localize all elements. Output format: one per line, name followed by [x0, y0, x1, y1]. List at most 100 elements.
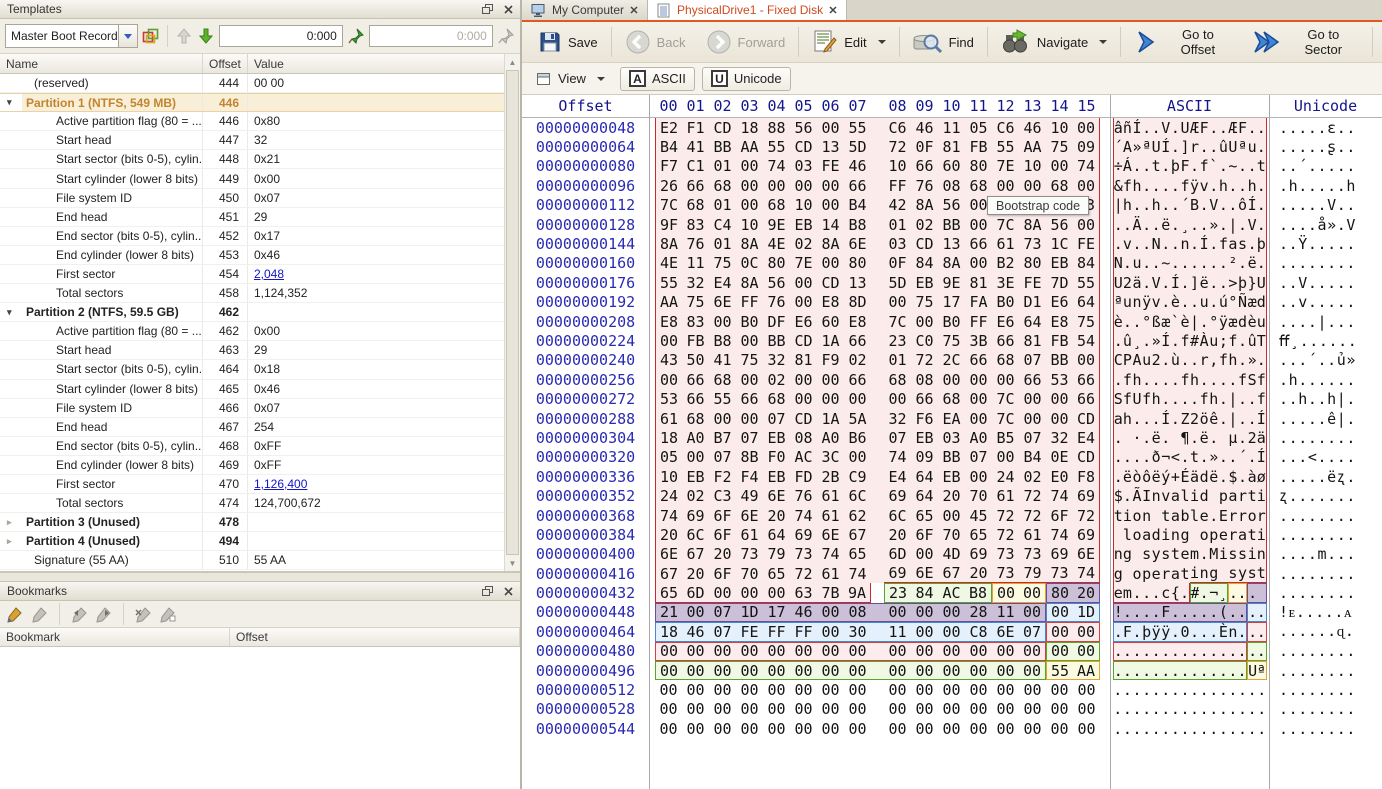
ascii-char-cell[interactable]: . [1171, 680, 1181, 699]
ascii-char-cell[interactable]: . [1219, 448, 1229, 467]
ascii-char-cell[interactable]: 0 [1180, 622, 1190, 641]
ascii-char-cell[interactable]: f [1228, 331, 1238, 350]
ascii-char-cell[interactable]: ä [1257, 428, 1267, 447]
ascii-char-cell[interactable]: F [1238, 118, 1248, 137]
hex-byte-cell[interactable]: 00 [992, 719, 1019, 738]
hex-byte-cell[interactable]: 00 [965, 642, 992, 661]
ascii-char-cell[interactable]: Í [1257, 409, 1267, 428]
unicode-text[interactable]: ......ɋ. [1269, 622, 1382, 641]
hex-byte-cell[interactable]: 10 [655, 467, 682, 486]
ascii-char-cell[interactable]: u [1123, 293, 1133, 312]
hex-byte-cell[interactable]: 55 [763, 137, 790, 156]
ascii-char-cell[interactable]: V [1209, 196, 1219, 215]
hex-byte-cell[interactable]: F9 [817, 351, 844, 370]
hex-byte-cell[interactable]: 00 [884, 680, 911, 699]
hex-byte-cell[interactable]: 13 [844, 273, 871, 292]
hex-byte-cell[interactable]: 09 [911, 448, 938, 467]
ascii-char-cell[interactable]: Ä [1132, 215, 1142, 234]
hex-byte-cell[interactable]: 20 [709, 545, 736, 564]
ascii-char-cell[interactable]: . [1180, 448, 1190, 467]
hex-byte-cell[interactable]: 00 [817, 622, 844, 641]
hex-byte-cell[interactable]: 00 [965, 467, 992, 486]
hex-byte-cell[interactable]: 00 [1046, 389, 1073, 408]
ascii-char-cell[interactable]: . [1199, 215, 1209, 234]
ascii-char-cell[interactable]: . [1142, 370, 1152, 389]
ascii-char-cell[interactable] [1219, 428, 1229, 447]
ascii-char-cell[interactable]: . [1190, 661, 1200, 680]
ascii-char-cell[interactable]: . [1228, 196, 1238, 215]
ascii-char-cell[interactable]: . [1132, 719, 1142, 738]
ascii-char-cell[interactable]: . [1142, 176, 1152, 195]
ascii-char-cell[interactable]: Í [1171, 273, 1181, 292]
view-button[interactable]: View [528, 67, 613, 91]
ascii-char-cell[interactable]: ð [1151, 448, 1161, 467]
hex-byte-cell[interactable]: 74 [790, 506, 817, 525]
hex-byte-cell[interactable]: FF [763, 622, 790, 641]
ascii-char-cell[interactable]: f [1257, 389, 1267, 408]
hex-byte-cell[interactable]: 00 [655, 642, 682, 661]
ascii-char-cell[interactable]: f [1257, 370, 1267, 389]
ascii-char-cell[interactable]: . [1209, 293, 1219, 312]
ascii-char-cell[interactable]: ë [1199, 273, 1209, 292]
hex-byte-cell[interactable]: 8D [844, 293, 871, 312]
ascii-char-cell[interactable]: . [1238, 680, 1248, 699]
ascii-char-cell[interactable]: a [1228, 486, 1238, 505]
ascii-char-cell[interactable]: . [1161, 661, 1171, 680]
ascii-char-cell[interactable]: S [1247, 370, 1257, 389]
hex-byte-cell[interactable]: 69 [884, 486, 911, 505]
hex-byte-cell[interactable]: 00 [817, 603, 844, 622]
unicode-text[interactable]: .....ʂ.. [1269, 137, 1382, 156]
ascii-char-cell[interactable]: . [1209, 176, 1219, 195]
template-row[interactable]: Signature (55 AA)51055 AA [0, 551, 504, 570]
ascii-char-cell[interactable]: ô [1142, 467, 1152, 486]
ascii-char-cell[interactable]: h [1151, 196, 1161, 215]
ascii-char-cell[interactable]: . [1228, 719, 1238, 738]
ascii-char-cell[interactable]: . [1151, 215, 1161, 234]
ascii-char-cell[interactable]: ~ [1228, 157, 1238, 176]
ascii-char-cell[interactable]: . [1219, 467, 1229, 486]
ascii-char-cell[interactable]: û [1123, 331, 1133, 350]
hex-byte-cell[interactable]: 00 [709, 642, 736, 661]
ascii-char-cell[interactable]: À [1199, 331, 1209, 350]
ascii-char-cell[interactable]: . [1190, 293, 1200, 312]
hex-byte-cell[interactable]: B8 [844, 215, 871, 234]
ascii-char-cell[interactable]: > [1228, 273, 1238, 292]
ascii-char-cell[interactable]: þ [1238, 273, 1248, 292]
hex-byte-cell[interactable]: 4E [655, 254, 682, 273]
ascii-char-cell[interactable]: . [1142, 196, 1152, 215]
close-panel-icon[interactable] [504, 587, 513, 596]
ascii-char-cell[interactable]: . [1142, 448, 1152, 467]
ascii-char-cell[interactable]: . [1199, 137, 1209, 156]
hex-byte-cell[interactable]: 72 [911, 351, 938, 370]
hex-byte-cell[interactable]: 55 [844, 118, 871, 137]
ascii-char-cell[interactable]: | [1228, 389, 1238, 408]
ascii-char-cell[interactable]: . [1180, 583, 1190, 602]
ascii-char-cell[interactable]: d [1257, 293, 1267, 312]
ascii-char-cell[interactable]: . [1113, 661, 1123, 680]
hex-byte-cell[interactable]: 00 [992, 176, 1019, 195]
hex-byte-cell[interactable]: 61 [817, 486, 844, 505]
ascii-char-cell[interactable]: . [1171, 700, 1181, 719]
ascii-char-cell[interactable]: i [1257, 486, 1267, 505]
ascii-char-cell[interactable]: þ [1142, 622, 1152, 641]
unicode-text[interactable]: .h.....h [1269, 176, 1382, 195]
ascii-char-cell[interactable]: è [1180, 312, 1190, 331]
ascii-char-cell[interactable]: . [1132, 700, 1142, 719]
hex-byte-cell[interactable]: 00 [965, 719, 992, 738]
ascii-char-cell[interactable]: . [1199, 370, 1209, 389]
ascii-char-cell[interactable]: . [1132, 312, 1142, 331]
ascii-char-cell[interactable]: f [1123, 389, 1133, 408]
ascii-char-cell[interactable]: ] [1190, 273, 1200, 292]
back-button[interactable]: Back [615, 25, 696, 59]
ascii-char-cell[interactable]: ë [1151, 467, 1161, 486]
ascii-char-cell[interactable]: s [1247, 564, 1257, 583]
ascii-char-cell[interactable]: Í [1199, 234, 1209, 253]
hex-byte-cell[interactable]: 4D [938, 545, 965, 564]
hex-byte-cell[interactable]: 69 [965, 545, 992, 564]
ascii-char-cell[interactable]: ø [1257, 467, 1267, 486]
hex-byte-cell[interactable]: 05 [965, 118, 992, 137]
hex-byte-cell[interactable]: 00 [736, 680, 763, 699]
ascii-char-cell[interactable]: ¸ [1219, 583, 1229, 602]
ascii-char-cell[interactable]: . [1161, 700, 1171, 719]
hex-byte-cell[interactable]: 00 [736, 700, 763, 719]
